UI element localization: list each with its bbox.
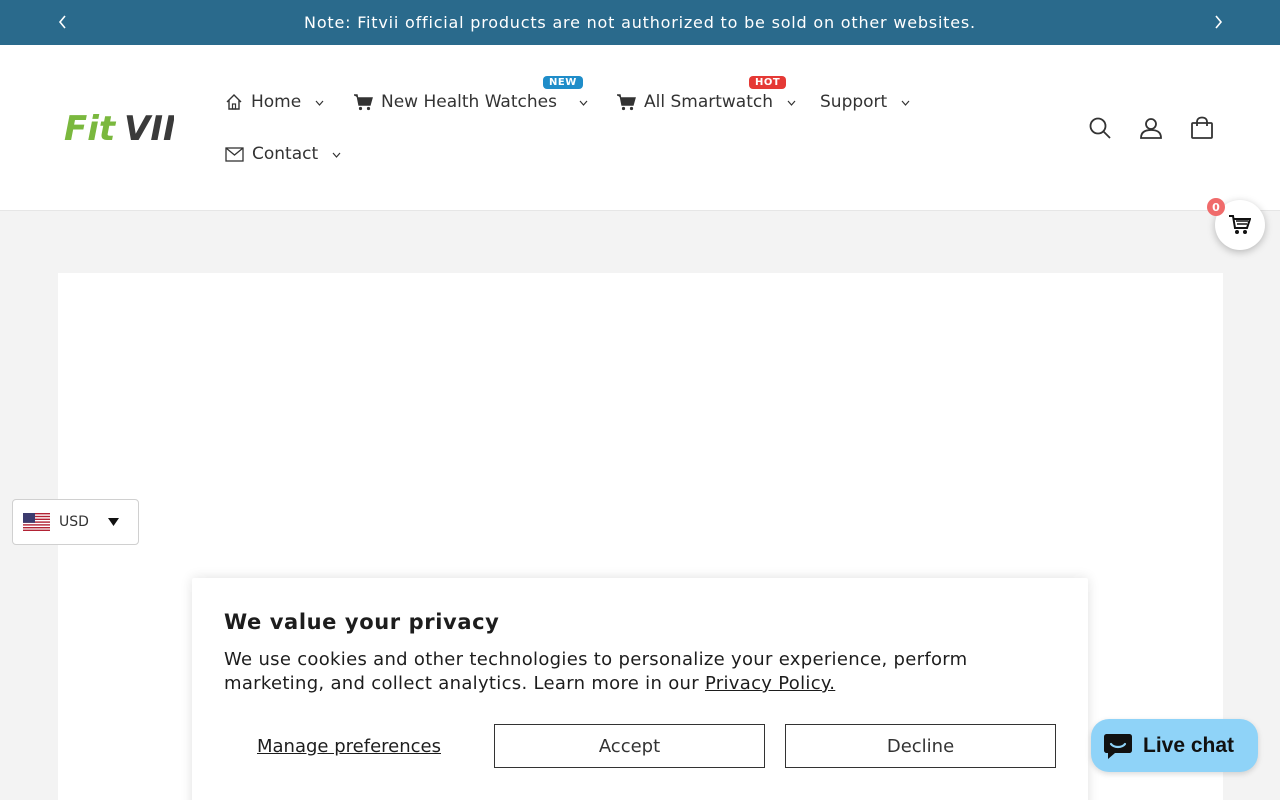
nav-home[interactable]: Home — [225, 92, 324, 112]
new-badge: NEW — [543, 76, 583, 89]
account-button[interactable] — [1138, 115, 1164, 141]
chevron-left-icon — [58, 15, 66, 29]
live-chat-label: Live chat — [1143, 733, 1235, 757]
nav-new-health-watches-label: New Health Watches — [381, 92, 557, 112]
account-icon — [1140, 118, 1162, 139]
cart-button[interactable] — [1189, 115, 1215, 141]
nav-contact-label: Contact — [252, 144, 319, 164]
nav-contact[interactable]: Contact — [225, 144, 341, 164]
caret-down-icon — [107, 518, 119, 526]
us-flag-icon — [23, 513, 50, 531]
site-logo[interactable]: Fit VII — [64, 107, 176, 149]
chevron-down-icon — [332, 152, 341, 158]
mail-icon — [225, 146, 244, 162]
privacy-actions: Manage preferences Accept Decline — [224, 724, 1056, 768]
search-button[interactable] — [1087, 115, 1113, 141]
nav-new-health-watches[interactable]: New Health Watches — [354, 92, 588, 112]
privacy-policy-link[interactable]: Privacy Policy. — [705, 673, 835, 694]
nav-all-smartwatch[interactable]: All Smartwatch — [617, 92, 796, 112]
currency-code: USD — [59, 514, 89, 530]
chevron-down-icon — [901, 100, 910, 106]
bag-icon — [1191, 116, 1213, 139]
svg-text:Fit: Fit — [64, 109, 117, 147]
privacy-body-text: We use cookies and other technologies to… — [224, 649, 968, 694]
chevron-down-icon — [579, 100, 588, 106]
fitvii-logo: Fit VII — [64, 109, 176, 149]
next-announcement-button[interactable] — [1209, 13, 1227, 31]
hot-badge: HOT — [749, 76, 787, 89]
floating-cart-button[interactable]: 0 — [1207, 198, 1265, 250]
live-chat-button[interactable]: Live chat — [1091, 719, 1258, 772]
cart-count-badge: 0 — [1207, 198, 1225, 216]
previous-announcement-button[interactable] — [54, 13, 72, 31]
privacy-body: We use cookies and other technologies to… — [224, 648, 1024, 696]
nav-home-label: Home — [251, 92, 302, 112]
accept-button[interactable]: Accept — [494, 724, 765, 768]
chevron-down-icon — [787, 100, 796, 106]
cart-icon — [617, 93, 636, 110]
nav-all-smartwatch-label: All Smartwatch — [644, 92, 774, 112]
shopping-cart-icon — [1229, 215, 1251, 234]
search-icon — [1089, 117, 1111, 139]
manage-preferences-button[interactable]: Manage preferences — [224, 736, 474, 757]
chevron-down-icon — [315, 100, 324, 106]
announcement-bar: Note: Fitvii official products are not a… — [0, 0, 1280, 45]
decline-button[interactable]: Decline — [785, 724, 1056, 768]
nav-support-label: Support — [820, 92, 888, 112]
chat-bubble-icon — [1104, 733, 1132, 759]
privacy-title: We value your privacy — [224, 610, 500, 634]
currency-selector[interactable]: USD — [12, 499, 139, 545]
home-icon — [226, 94, 242, 110]
chevron-right-icon — [1215, 15, 1223, 29]
privacy-consent-dialog: We value your privacy We use cookies and… — [192, 578, 1088, 800]
nav-support[interactable]: Support — [820, 92, 910, 112]
announcement-text: Note: Fitvii official products are not a… — [304, 13, 976, 32]
svg-text:VII: VII — [124, 109, 174, 147]
cart-icon — [354, 93, 373, 110]
site-header: Fit VII Home New Health Watches NEW All … — [0, 45, 1280, 211]
